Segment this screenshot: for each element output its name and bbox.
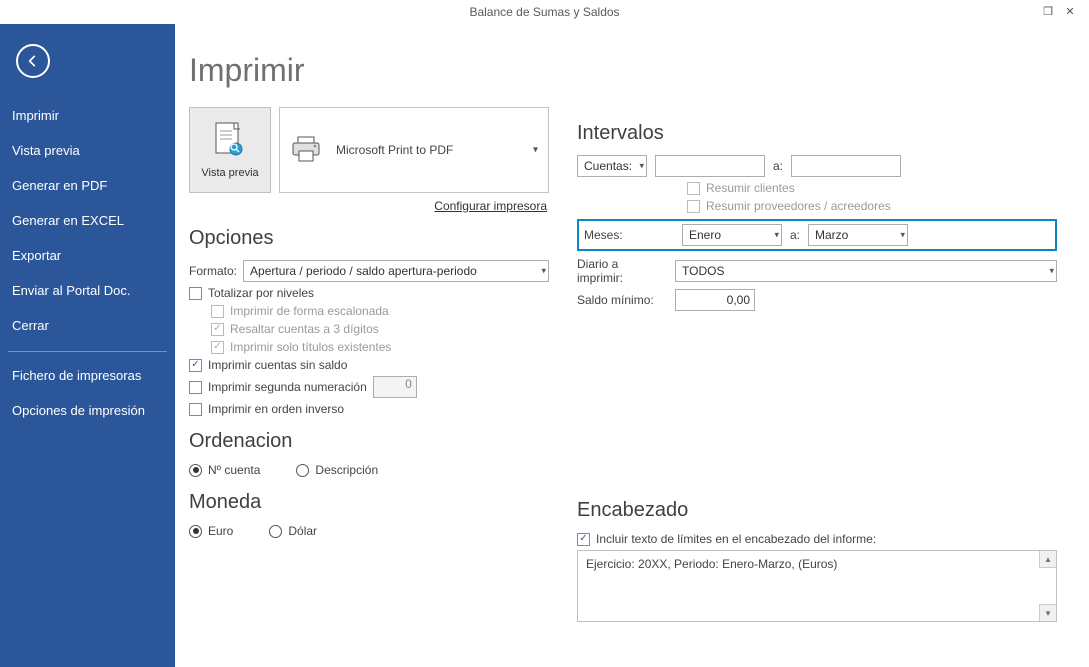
mes-to-value: Marzo xyxy=(815,228,848,242)
a-label: a: xyxy=(773,159,783,173)
mes-from-select[interactable]: Enero ▾ xyxy=(682,224,782,246)
orden-ncuenta-label: Nº cuenta xyxy=(208,463,260,477)
printer-name: Microsoft Print to PDF xyxy=(336,143,453,157)
solo-titulos-label: Imprimir solo títulos existentes xyxy=(230,340,391,354)
escalonada-label: Imprimir de forma escalonada xyxy=(230,304,389,318)
moneda-heading: Moneda xyxy=(189,491,549,514)
page-title: Imprimir xyxy=(189,52,549,89)
right-column: Intervalos Cuentas: ▾ a: Resumir cliente xyxy=(549,52,1057,667)
cuentas-label: Cuentas: xyxy=(584,159,632,173)
a-label-meses: a: xyxy=(790,228,800,242)
solo-titulos-checkbox xyxy=(211,341,224,354)
sidebar: Imprimir Vista previa Generar en PDF Gen… xyxy=(0,24,175,667)
saldo-min-input[interactable] xyxy=(675,289,755,311)
cuentas-type-select[interactable]: Cuentas: ▾ xyxy=(577,155,647,177)
preview-button[interactable]: Vista previa xyxy=(189,107,271,193)
resumir-clientes-label: Resumir clientes xyxy=(706,181,795,195)
chevron-down-icon: ▾ xyxy=(1049,266,1054,277)
sidebar-separator xyxy=(8,351,167,352)
mes-from-value: Enero xyxy=(689,228,721,242)
sidebar-item-cerrar[interactable]: Cerrar xyxy=(0,308,175,343)
formato-value: Apertura / periodo / saldo apertura-peri… xyxy=(250,264,477,278)
orden-ncuenta-radio[interactable] xyxy=(189,464,202,477)
cuentas-to-input[interactable] xyxy=(791,155,901,177)
resumir-proveedores-label: Resumir proveedores / acreedores xyxy=(706,199,891,213)
ordenacion-heading: Ordenacion xyxy=(189,430,549,453)
document-preview-icon xyxy=(212,121,248,161)
orden-descripcion-radio[interactable] xyxy=(296,464,309,477)
mes-to-select[interactable]: Marzo ▾ xyxy=(808,224,908,246)
meses-label: Meses: xyxy=(584,228,674,242)
segunda-num-value: 0 xyxy=(373,376,417,398)
chevron-down-icon: ▾ xyxy=(774,230,779,241)
printer-select[interactable]: Microsoft Print to PDF ▾ xyxy=(279,107,549,193)
saldo-min-label: Saldo mínimo: xyxy=(577,293,667,307)
cuentas-from-input[interactable] xyxy=(655,155,765,177)
maximize-button[interactable]: ❐ xyxy=(1037,3,1059,19)
incluir-encabezado-label: Incluir texto de límites en el encabezad… xyxy=(596,532,876,546)
incluir-encabezado-checkbox[interactable] xyxy=(577,533,590,546)
resumir-clientes-checkbox xyxy=(687,182,700,195)
moneda-euro-label: Euro xyxy=(208,524,233,538)
sidebar-item-generar-excel[interactable]: Generar en EXCEL xyxy=(0,203,175,238)
window-title: Balance de Sumas y Saldos xyxy=(469,5,619,19)
sin-saldo-checkbox[interactable] xyxy=(189,359,202,372)
diario-select[interactable]: TODOS ▾ xyxy=(675,260,1057,282)
resaltar-checkbox xyxy=(211,323,224,336)
opciones-heading: Opciones xyxy=(189,227,549,250)
escalonada-checkbox xyxy=(211,305,224,318)
body-area: Imprimir Vista previa Generar en PDF Gen… xyxy=(0,24,1089,667)
titlebar: Balance de Sumas y Saldos ❐ ✕ xyxy=(0,0,1089,24)
window-controls: ❐ ✕ xyxy=(1037,3,1081,19)
encabezado-preview-text: Ejercicio: 20XX, Periodo: Enero-Marzo, (… xyxy=(586,557,837,571)
chevron-down-icon: ▾ xyxy=(541,266,546,277)
resaltar-label: Resaltar cuentas a 3 dígitos xyxy=(230,322,379,336)
sidebar-item-enviar-portal[interactable]: Enviar al Portal Doc. xyxy=(0,273,175,308)
chevron-down-icon: ▾ xyxy=(533,145,538,156)
sidebar-item-fichero[interactable]: Fichero de impresoras xyxy=(0,358,175,393)
scroll-up-button[interactable]: ▴ xyxy=(1039,551,1056,568)
left-column: Imprimir Vista previa xyxy=(189,52,549,667)
meses-highlight: Meses: Enero ▾ a: Marzo ▾ xyxy=(577,219,1057,251)
close-button[interactable]: ✕ xyxy=(1059,3,1081,19)
orden-descripcion-label: Descripción xyxy=(315,463,378,477)
sidebar-item-exportar[interactable]: Exportar xyxy=(0,238,175,273)
totalizar-checkbox[interactable] xyxy=(189,287,202,300)
orden-inverso-label: Imprimir en orden inverso xyxy=(208,402,344,416)
diario-label: Diario a imprimir: xyxy=(577,257,667,285)
print-dialog-window: Balance de Sumas y Saldos ❐ ✕ Imprimir V… xyxy=(0,0,1089,667)
printer-icon xyxy=(290,135,324,165)
intervalos-heading: Intervalos xyxy=(577,122,1057,145)
segunda-num-label: Imprimir segunda numeración xyxy=(208,380,367,394)
diario-value: TODOS xyxy=(682,264,724,278)
main-panel: Imprimir Vista previa xyxy=(175,24,1089,667)
segunda-num-checkbox[interactable] xyxy=(189,381,202,394)
formato-label: Formato: xyxy=(189,264,237,278)
sidebar-item-vista-previa[interactable]: Vista previa xyxy=(0,133,175,168)
encabezado-preview[interactable]: Ejercicio: 20XX, Periodo: Enero-Marzo, (… xyxy=(577,550,1057,622)
encabezado-heading: Encabezado xyxy=(577,499,1057,522)
totalizar-label: Totalizar por niveles xyxy=(208,286,314,300)
arrow-left-icon xyxy=(25,53,41,69)
moneda-dolar-radio[interactable] xyxy=(269,525,282,538)
sidebar-item-imprimir[interactable]: Imprimir xyxy=(0,98,175,133)
resumir-proveedores-checkbox xyxy=(687,200,700,213)
preview-button-label: Vista previa xyxy=(201,167,258,179)
chevron-down-icon: ▾ xyxy=(639,161,644,172)
back-button[interactable] xyxy=(16,44,50,78)
moneda-euro-radio[interactable] xyxy=(189,525,202,538)
sin-saldo-label: Imprimir cuentas sin saldo xyxy=(208,358,347,372)
scroll-down-button[interactable]: ▾ xyxy=(1039,604,1056,621)
sidebar-item-generar-pdf[interactable]: Generar en PDF xyxy=(0,168,175,203)
preview-row: Vista previa Microsoft Print to PDF ▾ xyxy=(189,107,549,193)
sidebar-item-opciones[interactable]: Opciones de impresión xyxy=(0,393,175,428)
formato-select[interactable]: Apertura / periodo / saldo apertura-peri… xyxy=(243,260,549,282)
chevron-down-icon: ▾ xyxy=(900,230,905,241)
orden-inverso-checkbox[interactable] xyxy=(189,403,202,416)
configure-printer-link[interactable]: Configurar impresora xyxy=(189,199,549,213)
moneda-dolar-label: Dólar xyxy=(288,524,317,538)
